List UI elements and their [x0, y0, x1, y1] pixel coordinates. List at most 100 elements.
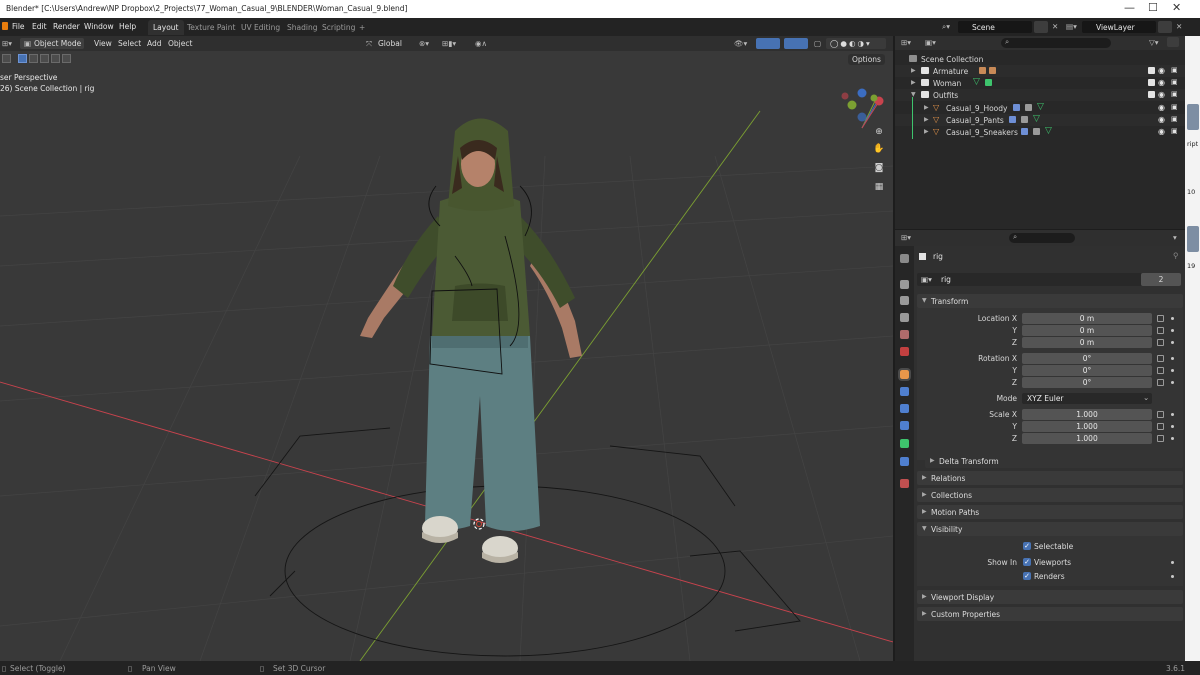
render-camera-icon[interactable]: ▣ — [1171, 127, 1178, 135]
tab-render-icon[interactable] — [900, 280, 909, 289]
exclude-checkbox[interactable] — [1148, 79, 1155, 86]
render-camera-icon[interactable]: ▣ — [1171, 66, 1178, 74]
pose-icon[interactable] — [989, 67, 996, 74]
menu-edit[interactable]: Edit — [32, 22, 47, 31]
vertex-groups-icon[interactable] — [1021, 116, 1028, 123]
outliner-row-sneakers[interactable]: ▶ ▽ Casual_9_Sneakers ▽ ◉ ▣ — [895, 126, 1185, 138]
maximize-button[interactable]: ☐ — [1148, 1, 1158, 14]
scene-selector[interactable]: Scene — [958, 21, 1032, 33]
mesh-data-icon[interactable]: ▽ — [1037, 102, 1044, 112]
tab-texture-icon[interactable] — [900, 479, 909, 488]
outliner-search-input[interactable] — [1001, 38, 1111, 48]
tab-object-icon[interactable] — [898, 368, 911, 381]
lock-icon[interactable] — [1157, 367, 1164, 374]
add-workspace-button[interactable]: + — [354, 20, 370, 35]
location-z-field[interactable]: 0 m — [1022, 337, 1152, 348]
keyframe-dot[interactable] — [1171, 381, 1174, 384]
tab-uv-editing[interactable]: UV Editing — [236, 20, 285, 35]
viewport-3d[interactable]: ⊞▾ ▣ Object Mode View Select Add Object … — [0, 36, 893, 661]
tab-particles-icon[interactable] — [900, 404, 909, 413]
relations-panel-header[interactable]: ▶ Relations — [917, 471, 1183, 485]
tab-view-layer-icon[interactable] — [900, 313, 909, 322]
tab-physics-icon[interactable] — [900, 421, 909, 430]
lock-icon[interactable] — [1157, 435, 1164, 442]
viewport-menu-view[interactable]: View — [94, 39, 112, 48]
motion-paths-panel-header[interactable]: ▶ Motion Paths — [917, 505, 1183, 519]
mesh-data-icon[interactable]: ▽ — [973, 77, 980, 87]
tab-modifiers-icon[interactable] — [900, 387, 909, 396]
tab-tool-icon[interactable] — [900, 254, 909, 263]
lock-icon[interactable] — [1157, 423, 1164, 430]
select-mode-invert-icon[interactable] — [51, 54, 60, 63]
scene-icon[interactable]: ⌕▾ — [942, 22, 950, 32]
render-camera-icon[interactable]: ▣ — [1171, 103, 1178, 111]
new-collection-button[interactable] — [1167, 37, 1179, 47]
visibility-filter-icon[interactable]: 👁▾ — [734, 39, 747, 48]
lock-icon[interactable] — [1157, 327, 1164, 334]
minimize-button[interactable]: — — [1124, 1, 1135, 14]
exclude-checkbox[interactable] — [1148, 91, 1155, 98]
view-layer-close-icon[interactable]: ✕ — [1176, 22, 1182, 31]
outliner-filter-icon[interactable]: ▽▾ — [1149, 38, 1159, 47]
properties-editor-icon[interactable]: ⊞▾ — [901, 233, 911, 242]
modifier-wrench-icon[interactable] — [1013, 104, 1020, 111]
viewport-display-panel-header[interactable]: ▶ Viewport Display — [917, 590, 1183, 604]
tab-world-icon[interactable] — [900, 347, 909, 356]
select-mode-intersect-icon[interactable] — [62, 54, 71, 63]
outliner-row-hoody[interactable]: ▶ ▽ Casual_9_Hoody ▽ ◉ ▣ — [895, 102, 1185, 114]
properties-options-icon[interactable]: ▾ — [1173, 233, 1177, 242]
editor-type-icon[interactable]: ⊞▾ — [2, 39, 12, 48]
proportional-edit-icon[interactable]: ◉∧ — [475, 39, 487, 48]
navigation-gizmo[interactable] — [841, 88, 884, 129]
blender-logo-icon[interactable] — [2, 22, 8, 30]
tab-layout[interactable]: Layout — [148, 20, 184, 35]
tab-scene-icon[interactable] — [900, 330, 909, 339]
modifier-icon[interactable] — [985, 79, 992, 86]
lock-icon[interactable] — [1157, 339, 1164, 346]
datablock-name-field[interactable]: rig — [941, 275, 951, 284]
vertex-groups-icon[interactable] — [1025, 104, 1032, 111]
scene-new-button[interactable] — [1034, 21, 1048, 33]
properties-search-input[interactable] — [1009, 233, 1075, 243]
scale-x-field[interactable]: 1.000 — [1022, 409, 1152, 420]
rotation-z-field[interactable]: 0° — [1022, 377, 1152, 388]
exclude-checkbox[interactable] — [1148, 67, 1155, 74]
viewport-menu-add[interactable]: Add — [147, 39, 162, 48]
select-mode-subtract-icon[interactable] — [40, 54, 49, 63]
view-layer-icon[interactable]: ▤▾ — [1066, 22, 1077, 31]
keyframe-dot[interactable] — [1171, 369, 1174, 372]
visibility-eye-icon[interactable]: ◉ — [1158, 127, 1165, 136]
tab-output-icon[interactable] — [900, 296, 909, 305]
visibility-panel-header[interactable]: ▼ Visibility — [917, 522, 1183, 536]
pin-icon[interactable]: ⚲ — [1173, 251, 1179, 260]
keyframe-dot[interactable] — [1171, 425, 1174, 428]
scale-z-field[interactable]: 1.000 — [1022, 433, 1152, 444]
select-mode-new-icon[interactable] — [18, 54, 27, 63]
view-layer-new-button[interactable] — [1158, 21, 1172, 33]
pan-hand-icon[interactable]: ✋ — [871, 144, 887, 158]
tab-constraints-icon[interactable] — [900, 457, 909, 466]
rotation-x-field[interactable]: 0° — [1022, 353, 1152, 364]
expand-arrow-icon[interactable]: ▶ — [924, 104, 929, 111]
pivot-icon[interactable]: ⊗▾ — [419, 39, 429, 48]
mesh-data-icon[interactable]: ▽ — [1033, 114, 1040, 124]
tab-texture-paint[interactable]: Texture Paint — [182, 20, 240, 35]
modifier-wrench-icon[interactable] — [1021, 128, 1028, 135]
keyframe-dot[interactable] — [1171, 329, 1174, 332]
render-camera-icon[interactable]: ▣ — [1171, 78, 1178, 86]
overlay-toggle-button[interactable] — [784, 38, 808, 49]
lock-icon[interactable] — [1157, 379, 1164, 386]
scale-y-field[interactable]: 1.000 — [1022, 421, 1152, 432]
keyframe-dot[interactable] — [1171, 357, 1174, 360]
camera-view-icon[interactable]: ◙ — [871, 163, 887, 177]
collections-panel-header[interactable]: ▶ Collections — [917, 488, 1183, 502]
keyframe-dot[interactable] — [1171, 317, 1174, 320]
menu-file[interactable]: File — [12, 22, 25, 31]
vertex-groups-icon[interactable] — [1033, 128, 1040, 135]
expand-arrow-icon[interactable]: ▶ — [911, 79, 916, 86]
location-x-field[interactable]: 0 m — [1022, 313, 1152, 324]
options-dropdown[interactable]: Options — [848, 54, 885, 65]
transform-orientation-selector[interactable]: Global — [378, 39, 402, 48]
location-y-field[interactable]: 0 m — [1022, 325, 1152, 336]
menu-help[interactable]: Help — [119, 22, 136, 31]
